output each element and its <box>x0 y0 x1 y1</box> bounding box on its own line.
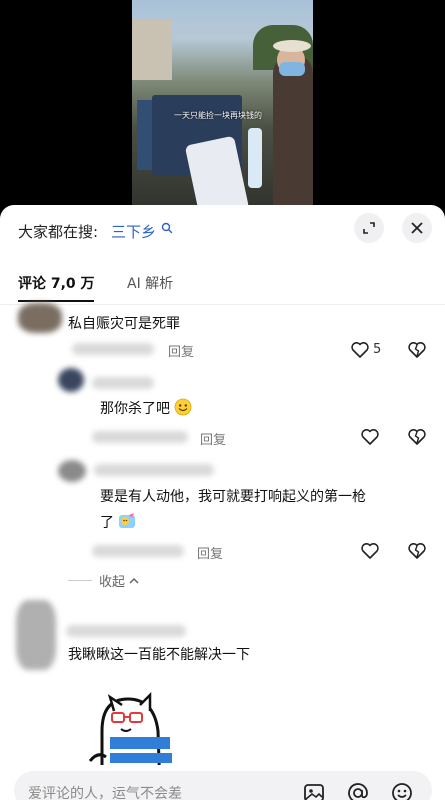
celebrate-emoji-icon <box>119 513 136 528</box>
avatar[interactable] <box>16 600 56 670</box>
dislike-icon[interactable] <box>407 541 427 561</box>
close-icon <box>411 222 423 234</box>
active-tab-indicator <box>18 300 94 302</box>
reply-button[interactable]: 回复 <box>197 543 223 562</box>
collapse-replies-button[interactable]: 收起 <box>99 571 139 590</box>
comment-meta <box>92 431 188 443</box>
comment-author <box>94 464 214 476</box>
comment-sheet: 大家都在搜: 三下乡 评论 7,0 万 AI 解析 私自赈灾可是死罪 回复 5 … <box>0 205 445 800</box>
video-bottle <box>248 128 262 188</box>
chevron-up-icon <box>129 577 139 584</box>
comment-text-line2: 了 <box>100 511 136 535</box>
expand-button[interactable] <box>354 213 384 243</box>
comment-text-line1: 要是有人动他，我可就要打响起义的第一枪 <box>100 489 366 505</box>
image-icon[interactable] <box>302 781 326 800</box>
expand-icon <box>363 222 375 234</box>
reply-button[interactable]: 回复 <box>200 429 226 448</box>
collapse-divider <box>68 580 92 581</box>
comment-text-content: 那你杀了吧 <box>100 401 170 417</box>
video-person-hat <box>273 40 311 52</box>
video-person <box>273 55 313 205</box>
comment-text: 私自赈灾可是死罪 <box>68 316 180 332</box>
heart-icon[interactable] <box>360 541 380 561</box>
smile-emoji-icon <box>175 398 192 416</box>
search-term-link[interactable]: 三下乡 <box>111 221 156 242</box>
comment-text: 那你杀了吧 <box>100 397 192 421</box>
comment-meta <box>92 545 184 557</box>
heart-icon[interactable] <box>350 340 370 360</box>
comment-author <box>92 377 154 389</box>
comment-input-placeholder: 爱评论的人，运气不会差 <box>28 786 182 800</box>
search-prefix: 大家都在搜: <box>18 223 99 241</box>
avatar[interactable] <box>58 460 86 482</box>
video-person-mask <box>279 62 305 76</box>
video-frame[interactable]: 一天只能捡一块再块钱的 <box>132 0 313 215</box>
avatar[interactable] <box>58 368 84 392</box>
search-icon[interactable] <box>161 222 173 234</box>
comment-meta <box>72 343 154 355</box>
close-button[interactable] <box>402 213 432 243</box>
avatar[interactable] <box>18 303 62 333</box>
comment-text: 我瞅瞅这一百能不能解决一下 <box>68 647 250 663</box>
comment-text-content: 了 <box>100 515 114 531</box>
search-suggestion-row[interactable]: 大家都在搜: 三下乡 <box>0 205 445 255</box>
heart-icon[interactable] <box>360 427 380 447</box>
video-caption: 一天只能捡一块再块钱的 <box>174 111 262 120</box>
screen: 一天只能捡一块再块钱的 大家都在搜: 三下乡 评论 7,0 万 AI 解析 私自… <box>0 0 445 800</box>
video-player[interactable]: 一天只能捡一块再块钱的 <box>0 0 445 215</box>
emoji-icon[interactable] <box>390 781 414 800</box>
comment-input-bar: 爱评论的人，运气不会差 <box>0 765 445 800</box>
tab-ai-analysis[interactable]: AI 解析 <box>127 273 173 293</box>
collapse-label: 收起 <box>99 575 126 590</box>
at-icon[interactable] <box>346 781 370 800</box>
like-count: 5 <box>373 342 382 357</box>
dislike-icon[interactable] <box>407 427 427 447</box>
comment-input[interactable]: 爱评论的人，运气不会差 <box>14 771 432 800</box>
comment-author <box>66 625 186 637</box>
video-wall <box>132 20 172 80</box>
dislike-icon[interactable] <box>407 340 427 360</box>
tab-comments[interactable]: 评论 7,0 万 <box>18 273 95 293</box>
comment-tabs: 评论 7,0 万 AI 解析 <box>0 265 445 305</box>
reply-button[interactable]: 回复 <box>168 341 194 360</box>
